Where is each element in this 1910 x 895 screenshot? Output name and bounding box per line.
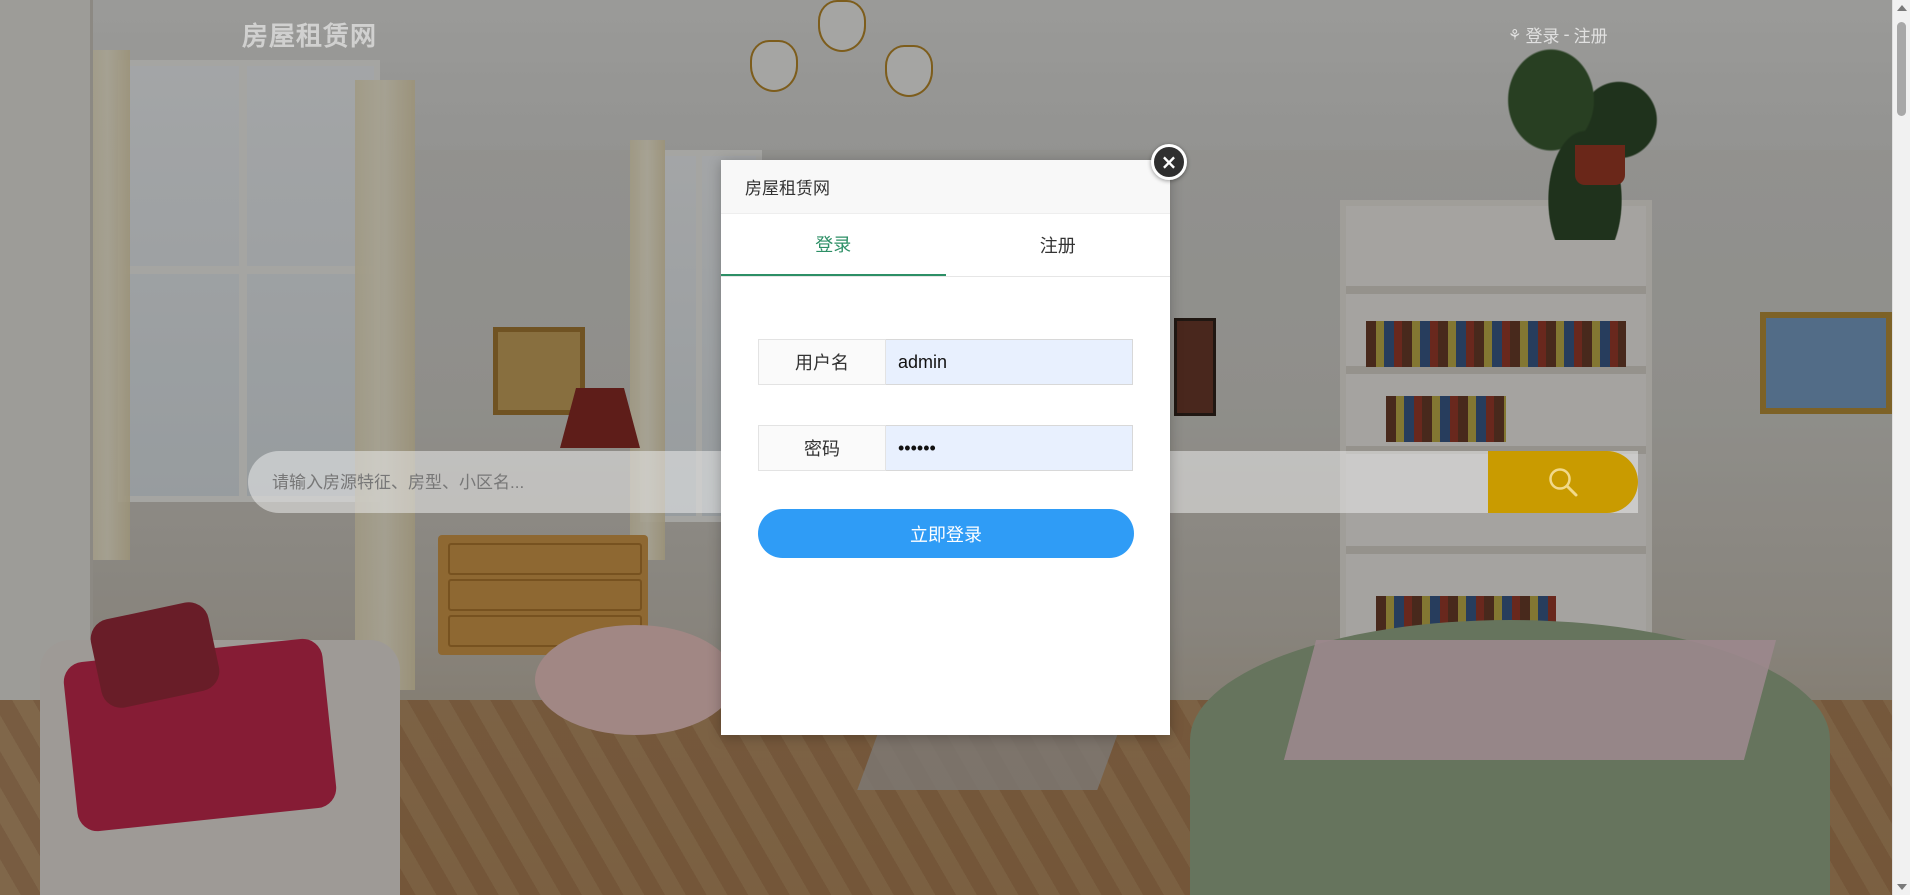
- scroll-thumb[interactable]: [1897, 22, 1906, 116]
- login-form: 用户名 密码 立即登录: [721, 277, 1170, 558]
- auth-tabs: 登录 注册: [721, 214, 1170, 277]
- site-logo[interactable]: 房屋租赁网: [242, 16, 377, 53]
- auth-separator: -: [1563, 24, 1570, 45]
- login-submit-button[interactable]: 立即登录: [758, 509, 1134, 558]
- password-row: 密码: [758, 425, 1133, 471]
- login-link[interactable]: 登录: [1525, 22, 1559, 47]
- dialog-title: 房屋租赁网: [721, 160, 1170, 214]
- tab-register[interactable]: 注册: [946, 214, 1171, 276]
- login-dialog: 房屋租赁网 登录 注册 用户名 密码 立即登录: [721, 160, 1170, 735]
- page-scrollbar[interactable]: [1892, 0, 1910, 895]
- scroll-up-arrow-icon[interactable]: [1897, 5, 1907, 11]
- search-icon: [1549, 468, 1578, 497]
- username-input[interactable]: [886, 339, 1133, 385]
- register-link[interactable]: 注册: [1574, 22, 1608, 47]
- tab-login[interactable]: 登录: [721, 214, 946, 276]
- username-label: 用户名: [758, 339, 886, 385]
- username-row: 用户名: [758, 339, 1133, 385]
- password-input[interactable]: [886, 425, 1133, 471]
- auth-links: ⚘ 登录 - 注册: [1508, 22, 1608, 48]
- user-icon: ⚘: [1508, 25, 1522, 44]
- scroll-down-arrow-icon[interactable]: [1897, 884, 1907, 890]
- search-button[interactable]: [1488, 451, 1638, 513]
- password-label: 密码: [758, 425, 886, 471]
- close-icon[interactable]: ×: [1151, 144, 1187, 180]
